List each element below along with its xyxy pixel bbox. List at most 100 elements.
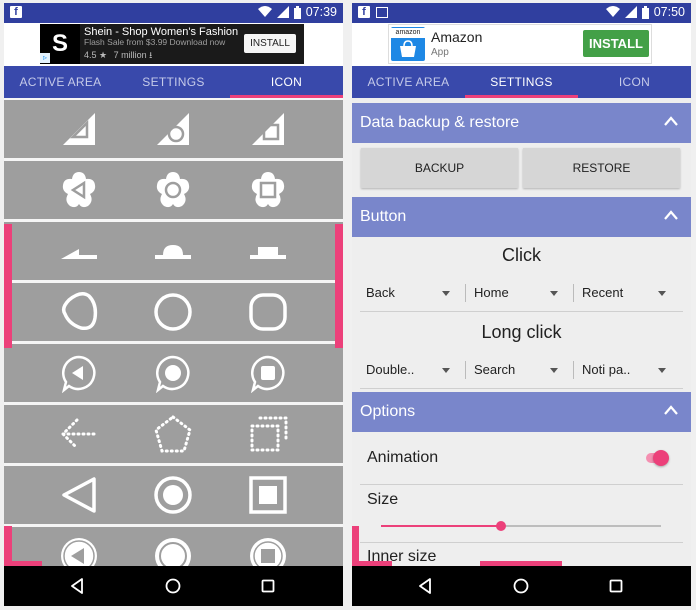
- tab-settings[interactable]: SETTINGS: [465, 66, 578, 98]
- chevron-up-icon: [664, 405, 678, 415]
- animation-label: Animation: [367, 449, 439, 466]
- tab-icon[interactable]: ICON: [578, 66, 691, 98]
- icon-row-rounded: [4, 283, 343, 341]
- ring-back-icon[interactable]: [49, 466, 109, 524]
- backup-section-header[interactable]: Data backup & restore: [352, 103, 691, 143]
- long-click-search-dropdown[interactable]: Search: [474, 359, 558, 381]
- click-label: Click: [502, 245, 541, 265]
- tab-recent-icon[interactable]: [238, 222, 298, 280]
- rounded-home-icon[interactable]: [143, 283, 203, 341]
- nav-recent-button[interactable]: [596, 566, 636, 606]
- click-recent-dropdown[interactable]: Recent: [582, 282, 666, 304]
- ad-banner[interactable]: S Shein - Shop Women's Fashion Flash Sal…: [4, 23, 343, 66]
- ad-subtitle: App: [431, 47, 449, 58]
- icon-row-rings: [4, 466, 343, 524]
- section-title: Data backup & restore: [360, 114, 520, 131]
- backup-button[interactable]: BACKUP: [361, 148, 518, 188]
- facebook-icon: f: [10, 6, 22, 18]
- nav-bar: [352, 566, 691, 606]
- facebook-icon: f: [358, 6, 370, 18]
- bubble-home-icon[interactable]: [143, 344, 203, 402]
- button-section-header[interactable]: Button: [352, 197, 691, 237]
- ring-recent-icon[interactable]: [238, 466, 298, 524]
- ad-info-icon[interactable]: ▹: [40, 53, 50, 63]
- wifi-icon: [605, 6, 620, 17]
- icon-row-dotted: [4, 405, 343, 463]
- dropdown-arrow-icon: [550, 368, 558, 373]
- size-slider[interactable]: [381, 521, 661, 531]
- size-label: Size: [367, 491, 399, 508]
- click-home-dropdown[interactable]: Home: [474, 282, 558, 304]
- dropdown-arrow-icon: [550, 291, 558, 296]
- flower-recent-icon[interactable]: [238, 161, 298, 219]
- long-click-noti-dropdown[interactable]: Noti pa..: [582, 359, 666, 381]
- divider: [573, 284, 574, 302]
- star-icon: ★: [99, 50, 108, 60]
- ad-rating: 4.5: [84, 50, 97, 60]
- shein-ad[interactable]: S Shein - Shop Women's Fashion Flash Sal…: [40, 24, 304, 64]
- status-bar: f 07:50: [352, 3, 691, 23]
- nav-home-button[interactable]: [501, 566, 541, 606]
- tab-bar: ACTIVE AREA SETTINGS ICON: [4, 66, 343, 98]
- bubble-recent-icon[interactable]: [238, 344, 298, 402]
- tab-home-icon[interactable]: [143, 222, 203, 280]
- wifi-icon: [257, 6, 272, 17]
- tab-active-area[interactable]: ACTIVE AREA: [352, 66, 465, 98]
- rounded-back-icon[interactable]: [49, 283, 109, 341]
- dropdown-arrow-icon: [442, 291, 450, 296]
- ad-banner[interactable]: amazon Amazon App INSTALL: [352, 23, 691, 66]
- nav-recent-button[interactable]: [248, 566, 288, 606]
- nav-back-button[interactable]: [57, 566, 97, 606]
- section-title: Button: [360, 208, 407, 225]
- download-icon: ⭳: [149, 50, 153, 60]
- triangle-home-icon[interactable]: [143, 100, 203, 158]
- clock: 07:39: [305, 5, 337, 19]
- dropdown-arrow-icon: [658, 368, 666, 373]
- triangle-back-icon[interactable]: [49, 100, 109, 158]
- dropdown-arrow-icon: [658, 291, 666, 296]
- ad-install-button[interactable]: INSTALL: [244, 34, 296, 53]
- divider: [465, 361, 466, 379]
- ad-subtitle: Flash Sale from $3.99 Download now: [84, 37, 226, 47]
- image-icon: [376, 6, 388, 18]
- flower-back-icon[interactable]: [49, 161, 109, 219]
- dotted-back-icon[interactable]: [49, 405, 109, 463]
- signal-icon: [276, 6, 289, 18]
- tab-back-icon[interactable]: [49, 222, 109, 280]
- amazon-logo: amazon: [391, 27, 425, 61]
- divider: [360, 484, 683, 485]
- tab-bar: ACTIVE AREA SETTINGS ICON: [352, 66, 691, 98]
- nav-home-button[interactable]: [153, 566, 193, 606]
- ad-title: Amazon: [431, 29, 483, 45]
- active-area-left-edge[interactable]: [4, 224, 12, 348]
- dotted-home-icon[interactable]: [143, 405, 203, 463]
- icon-grid: [4, 98, 343, 585]
- dotted-recent-icon[interactable]: [238, 405, 298, 463]
- nav-back-button[interactable]: [405, 566, 445, 606]
- chevron-up-icon: [664, 210, 678, 220]
- right-phone-screen: f 07:50 amazon Amazon App INSTALL ACTIVE…: [352, 3, 691, 606]
- signal-icon: [624, 6, 637, 18]
- long-click-double-dropdown[interactable]: Double..: [366, 359, 450, 381]
- triangle-recent-icon[interactable]: [238, 100, 298, 158]
- slider-thumb[interactable]: [496, 521, 506, 531]
- amazon-ad[interactable]: amazon Amazon App INSTALL: [388, 24, 652, 64]
- long-click-label: Long click: [481, 322, 562, 342]
- settings-panel: Data backup & restore BACKUP RESTORE But…: [352, 98, 691, 570]
- tab-settings[interactable]: SETTINGS: [117, 66, 230, 98]
- active-area-right-edge[interactable]: [335, 224, 343, 348]
- rounded-recent-icon[interactable]: [238, 283, 298, 341]
- restore-button[interactable]: RESTORE: [523, 148, 680, 188]
- options-section-header[interactable]: Options: [352, 392, 691, 432]
- flower-home-icon[interactable]: [143, 161, 203, 219]
- ad-install-button[interactable]: INSTALL: [583, 30, 649, 57]
- tab-active-area[interactable]: ACTIVE AREA: [4, 66, 117, 98]
- divider: [573, 361, 574, 379]
- tab-icon[interactable]: ICON: [230, 66, 343, 98]
- left-phone-screen: f 07:39 S Shein - Shop Women's Fashion F…: [4, 3, 343, 606]
- bubble-back-icon[interactable]: [49, 344, 109, 402]
- ring-home-icon[interactable]: [143, 466, 203, 524]
- click-back-dropdown[interactable]: Back: [366, 282, 450, 304]
- icon-row-flowers: [4, 161, 343, 219]
- animation-toggle[interactable]: [646, 450, 669, 466]
